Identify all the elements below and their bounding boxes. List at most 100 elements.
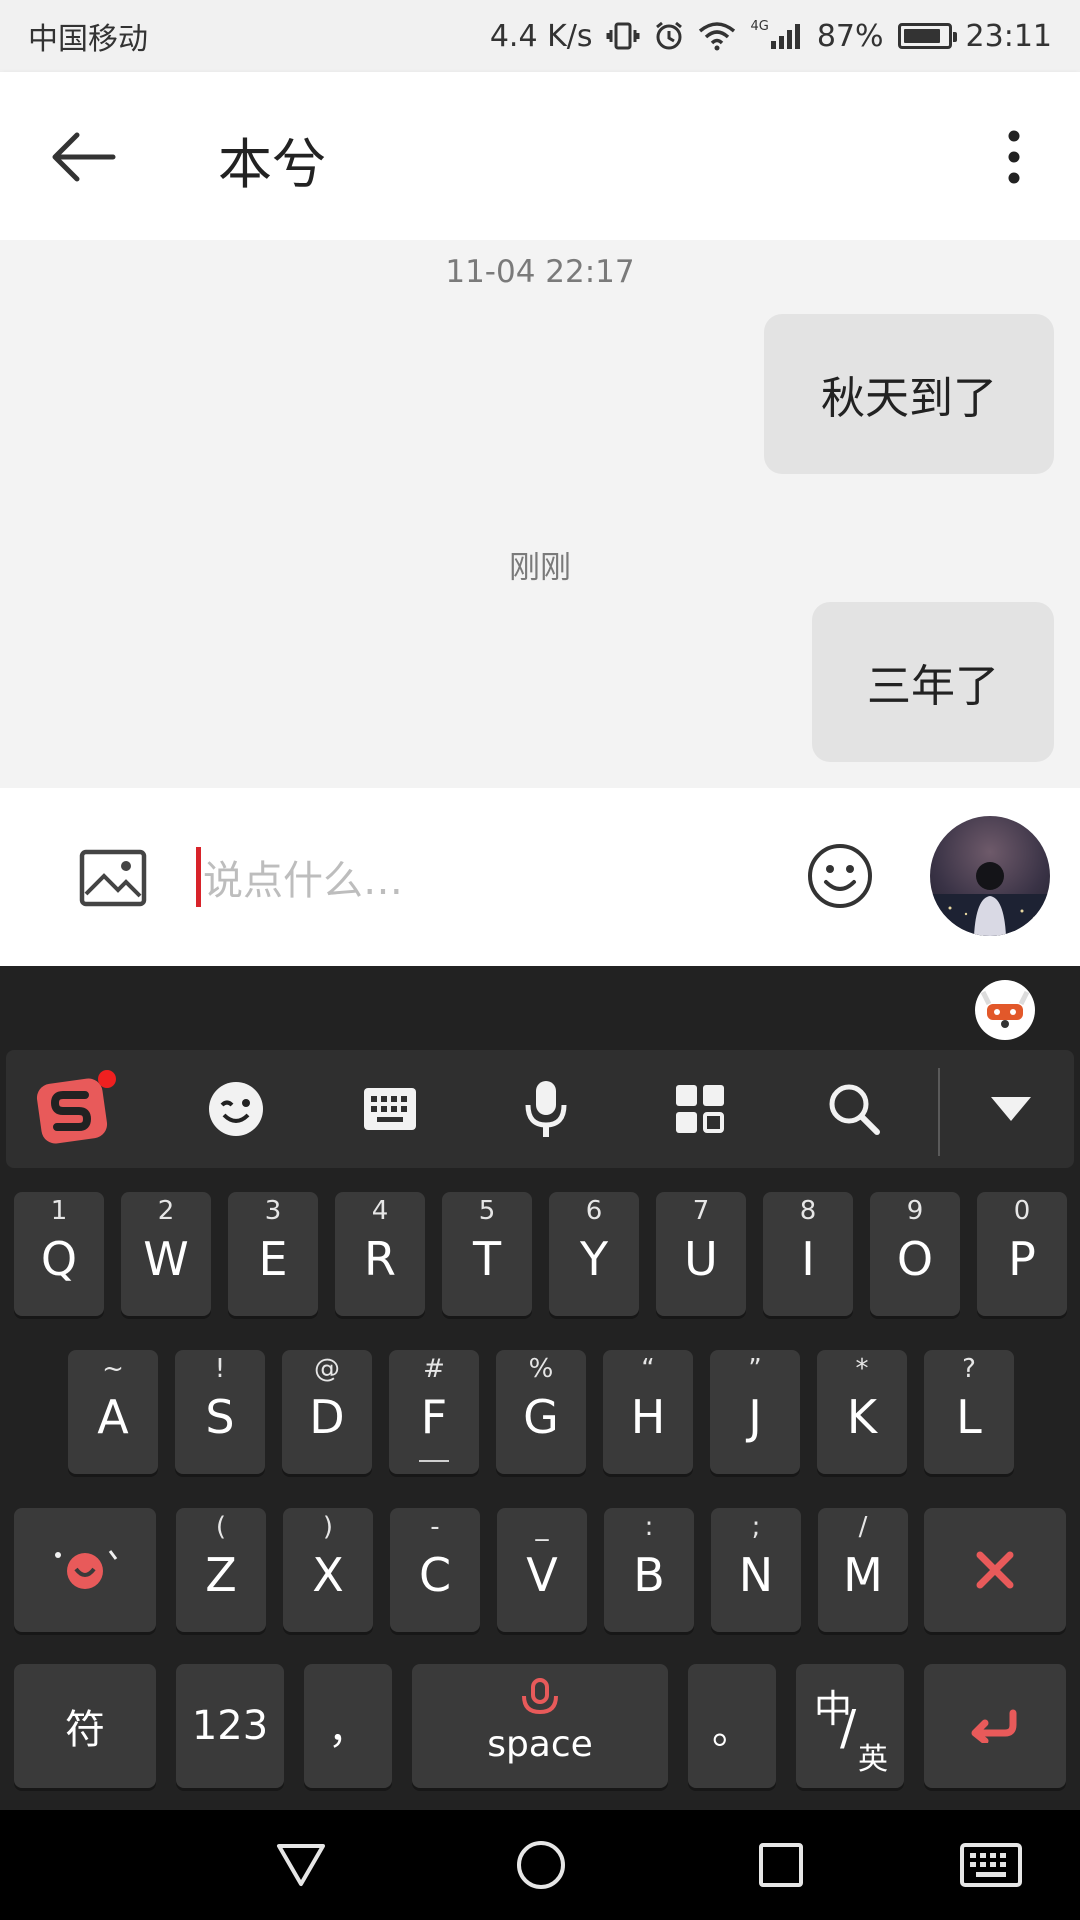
key-c[interactable]: -C [390,1508,480,1632]
key-a[interactable]: ~ A [68,1350,158,1474]
keyboard-search-button[interactable] [804,1050,904,1168]
key-label: I [801,1232,815,1286]
key-secondary-label: : [644,1512,654,1542]
key-z[interactable]: (Z [176,1508,266,1632]
message-input-bar: 说点什么… [0,788,1080,966]
key-o[interactable]: 9O [870,1192,960,1316]
emoji-keyboard-button[interactable] [186,1050,286,1168]
message-bubble[interactable]: 三年了 [812,602,1054,762]
key-label: X [312,1548,344,1602]
key-t[interactable]: 5T [442,1192,532,1316]
more-options-button[interactable] [984,122,1044,192]
nav-back-button[interactable] [266,1832,336,1898]
key-d[interactable]: @ D [282,1350,372,1474]
key-q[interactable]: 1Q [14,1192,104,1316]
key-k[interactable]: * K [817,1350,907,1474]
emoji-button[interactable] [806,842,874,910]
comma-key-label: ， [328,1707,368,1753]
comma-key[interactable]: ， [304,1664,392,1788]
language-switch-key[interactable]: 中 / 英 [796,1664,904,1788]
text-caret [196,847,201,907]
key-label: J [748,1390,762,1444]
voice-input-button[interactable] [496,1050,596,1168]
symbol-key[interactable]: 符 [14,1664,156,1788]
key-secondary-label: ! [214,1354,226,1384]
key-p[interactable]: 0P [977,1192,1067,1316]
key-secondary-label: _ [535,1512,549,1542]
collapse-keyboard-button[interactable] [956,1050,1066,1168]
key-label: L [956,1390,982,1444]
key-secondary-label: 4 [371,1196,389,1226]
keyboard-settings-button[interactable] [340,1050,440,1168]
key-l[interactable]: ? L [924,1350,1014,1474]
delete-key[interactable] [924,1508,1066,1632]
sogou-logo-button[interactable] [26,1050,126,1168]
key-secondary-label: ; [751,1512,761,1542]
key-label: A [97,1390,129,1444]
nav-keyboard-button[interactable] [956,1832,1026,1898]
delete-x-icon [976,1551,1014,1589]
message-bubble[interactable]: 秋天到了 [764,314,1054,474]
key-secondary-label: @ [314,1354,340,1384]
key-w[interactable]: 2W [121,1192,211,1316]
chat-area: 11-04 22:17 秋天到了 刚刚 三年了 [0,240,1080,788]
apps-button[interactable] [650,1050,750,1168]
key-s[interactable]: ! S [175,1350,265,1474]
key-h[interactable]: “H [603,1350,693,1474]
period-key[interactable]: 。 [688,1664,776,1788]
key-label: F [420,1390,448,1444]
soft-keyboard: 1Q2W3E4R5T6Y7U8I9O0P ~ A! S @ D # F% G “H” J * K? L … [0,966,1080,1810]
key-secondary-label: 8 [799,1196,817,1226]
key-x[interactable]: ) X [283,1508,373,1632]
key-u[interactable]: 7U [656,1192,746,1316]
back-button[interactable] [44,122,124,192]
chat-header: 本兮 [0,72,1080,240]
key-label: Z [205,1548,237,1602]
message-input[interactable]: 说点什么… [196,840,756,914]
arrow-left-icon [52,132,116,182]
apps-grid-icon [676,1085,724,1133]
avatar-image [930,862,1050,936]
key-secondary-label: 0 [1013,1196,1031,1226]
image-icon [79,849,147,907]
key-label: O [896,1232,934,1286]
numbers-key[interactable]: 123 [176,1664,284,1788]
key-i[interactable]: 8I [763,1192,853,1316]
enter-key[interactable] [924,1664,1066,1788]
key-n[interactable]: ; N [711,1508,801,1632]
key-label: K [846,1390,878,1444]
key-secondary-label: 5 [478,1196,496,1226]
key-label: E [258,1232,288,1286]
key-j[interactable]: ” J [710,1350,800,1474]
key-secondary-label: 2 [157,1196,175,1226]
input-placeholder: 说点什么… [203,858,403,904]
key-r[interactable]: 4R [335,1192,425,1316]
key-v[interactable]: _ V [497,1508,587,1632]
carrier-label: 中国移动 [28,22,148,57]
avatar[interactable] [930,816,1050,936]
period-key-label: 。 [712,1707,752,1753]
sogou-logo-icon [36,1070,116,1144]
space-mic-icon [412,1678,668,1722]
more-vertical-icon [1008,130,1020,184]
key-label: T [472,1232,502,1286]
key-g[interactable]: % G [496,1350,586,1474]
key-f[interactable]: # F [389,1350,479,1474]
microphone-icon [525,1081,567,1137]
nav-recents-button[interactable] [746,1832,816,1898]
key-label: G [523,1390,559,1444]
lang-en-label: 英 [858,1742,888,1777]
key-y[interactable]: 6Y [549,1192,639,1316]
emoji-face-key[interactable] [14,1508,156,1632]
emoji-icon [808,844,872,908]
key-m[interactable]: / M [818,1508,908,1632]
key-label: S [205,1390,235,1444]
mascot-icon[interactable] [975,980,1035,1040]
image-button[interactable] [78,848,148,908]
key-b[interactable]: :B [604,1508,694,1632]
key-label: V [526,1548,558,1602]
nav-home-button[interactable] [506,1832,576,1898]
space-key[interactable]: space [412,1664,668,1788]
back-triangle-icon [277,1844,325,1886]
key-e[interactable]: 3E [228,1192,318,1316]
